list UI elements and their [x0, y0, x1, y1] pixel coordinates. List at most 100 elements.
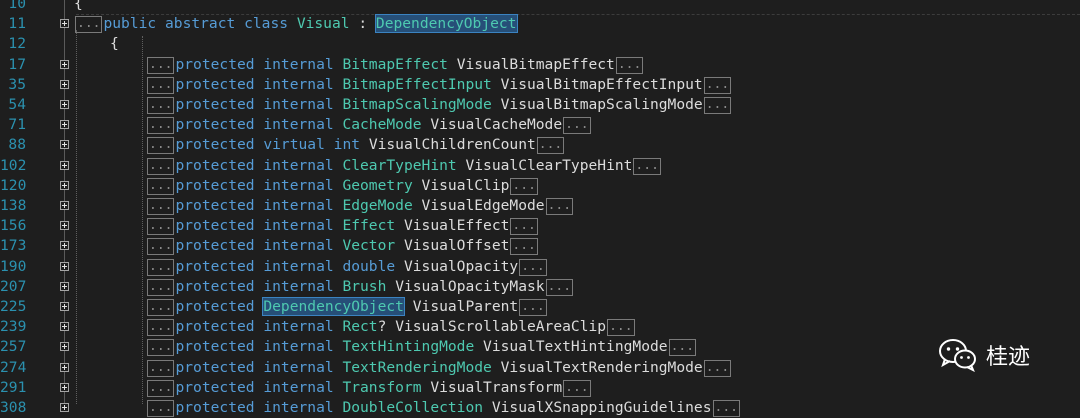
expand-plus-icon[interactable] — [60, 79, 69, 89]
expand-plus-icon[interactable] — [60, 382, 69, 392]
collapsed-region-marker[interactable]: ... — [147, 218, 175, 236]
collapsed-region-marker[interactable]: ... — [703, 359, 732, 377]
collapsed-region-marker[interactable]: ... — [147, 278, 175, 296]
collapsed-region-marker[interactable]: ... — [536, 137, 565, 155]
code-token: protected — [175, 55, 255, 73]
expand-plus-icon[interactable] — [60, 322, 69, 332]
code-line[interactable]: 88... protected virtual int VisualChildre… — [0, 135, 1080, 155]
line-number: 120 — [0, 176, 27, 194]
collapsed-region-marker[interactable]: ... — [147, 157, 175, 175]
expand-plus-icon[interactable] — [60, 19, 69, 29]
collapsed-region-marker[interactable]: ... — [633, 157, 661, 175]
collapsed-region-marker[interactable]: ... — [147, 198, 175, 215]
collapsed-region-marker[interactable]: ... — [147, 177, 175, 195]
code-line[interactable]: 102... protected internal ClearTypeHint V… — [0, 156, 1080, 176]
highlighted-symbol[interactable]: DependencyObject — [374, 14, 518, 34]
code-token: internal — [263, 338, 334, 356]
expand-plus-icon[interactable] — [60, 281, 69, 291]
expand-plus-icon[interactable] — [60, 160, 69, 170]
expand-plus-icon[interactable] — [60, 120, 69, 130]
code-line[interactable]: 239... protected internal Rect? VisualScr… — [0, 317, 1080, 337]
collapsed-region-marker[interactable]: ... — [147, 76, 175, 94]
expand-plus-icon[interactable] — [60, 140, 69, 150]
code-line[interactable]: 156... protected internal Effect VisualEf… — [0, 216, 1080, 236]
expand-plus-icon[interactable] — [60, 261, 69, 271]
wechat-watermark: 桂迹 — [938, 335, 1030, 375]
code-line[interactable]: 71... protected internal CacheMode Visual… — [0, 115, 1080, 135]
code-token: VisualScrollableAreaClip — [395, 318, 607, 336]
code-line[interactable]: 207... protected internal Brush VisualOpa… — [0, 277, 1080, 297]
expand-plus-icon[interactable] — [60, 241, 69, 251]
collapsed-region-marker[interactable]: ... — [607, 319, 635, 337]
line-number: 12 — [8, 35, 26, 53]
line-number: 239 — [0, 318, 27, 336]
collapsed-region-marker[interactable]: ... — [147, 299, 175, 316]
line-number: 71 — [8, 116, 26, 134]
collapsed-region-marker[interactable]: ... — [147, 359, 175, 377]
code-line[interactable]: 10 { — [0, 0, 1080, 14]
collapsed-region-marker[interactable]: ... — [563, 379, 591, 397]
collapsed-region-marker[interactable]: ... — [510, 177, 538, 195]
collapsed-region-marker[interactable]: ... — [545, 278, 574, 296]
line-number: 225 — [0, 298, 27, 315]
collapsed-region-marker[interactable]: ... — [147, 56, 175, 74]
code-token: internal — [263, 318, 334, 336]
code-line[interactable]: 190... protected internal double VisualOp… — [0, 257, 1080, 277]
collapsed-region-marker[interactable]: ... — [147, 97, 175, 114]
code-line[interactable]: 225... protected DependencyObject VisualP… — [0, 297, 1080, 317]
collapsed-region-marker[interactable]: ... — [712, 400, 740, 417]
code-line[interactable]: 120... protected internal Geometry Visual… — [0, 176, 1080, 196]
expand-plus-icon[interactable] — [60, 362, 69, 372]
line-number: 207 — [0, 277, 27, 295]
collapsed-region-marker[interactable]: ... — [147, 258, 175, 276]
collapsed-region-marker[interactable]: ... — [510, 238, 538, 256]
collapsed-region-marker[interactable]: ... — [147, 238, 175, 256]
highlighted-symbol[interactable]: DependencyObject — [262, 297, 405, 316]
code-line[interactable]: 138... protected internal EdgeMode Visual… — [0, 196, 1080, 216]
collapsed-region-marker[interactable]: ... — [147, 339, 175, 357]
expand-plus-icon[interactable] — [60, 201, 69, 210]
code-line[interactable]: 35... protected internal BitmapEffectInpu… — [0, 75, 1080, 95]
code-line[interactable]: 291... protected internal Transform Visua… — [0, 378, 1080, 398]
collapsed-region-marker[interactable]: ... — [668, 339, 697, 357]
collapsed-region-marker[interactable]: ... — [75, 16, 103, 34]
expand-plus-icon[interactable] — [60, 59, 69, 69]
collapsed-region-marker[interactable]: ... — [703, 76, 732, 94]
expand-plus-icon[interactable] — [60, 403, 69, 412]
code-line[interactable]: 257... protected internal TextHintingMode… — [0, 337, 1080, 357]
collapsed-region-marker[interactable]: ... — [147, 400, 175, 417]
code-editor[interactable]: 10{11... public abstract class Visual : D… — [0, 0, 1080, 417]
expand-plus-icon[interactable] — [60, 180, 69, 190]
code-line[interactable]: 17... protected internal BitmapEffect Vis… — [0, 55, 1080, 75]
code-line[interactable]: 12 { — [0, 34, 1080, 54]
expand-plus-icon[interactable] — [60, 100, 69, 109]
code-token: internal — [263, 378, 334, 396]
collapsed-region-marker[interactable]: ... — [519, 299, 547, 316]
collapsed-region-marker[interactable]: ... — [147, 137, 175, 155]
code-token: { — [74, 0, 83, 12]
collapsed-region-marker[interactable]: ... — [563, 117, 591, 135]
code-text: ... protected internal Transform VisualTr… — [146, 378, 592, 398]
code-line[interactable]: 11... public abstract class Visual : Depe… — [0, 14, 1080, 34]
code-line[interactable]: 54... protected internal BitmapScalingMod… — [0, 95, 1080, 115]
collapsed-region-marker[interactable]: ... — [147, 117, 175, 135]
code-line[interactable]: 308... protected internal DoubleCollectio… — [0, 398, 1080, 418]
expand-plus-icon[interactable] — [60, 221, 69, 231]
expand-plus-icon[interactable] — [60, 342, 69, 352]
code-token: { — [110, 35, 119, 53]
collapsed-region-marker[interactable]: ... — [147, 379, 175, 397]
code-token: VisualXSnappingGuidelines — [491, 399, 712, 416]
collapsed-region-marker[interactable]: ... — [615, 56, 644, 74]
collapsed-region-marker[interactable]: ... — [519, 258, 547, 276]
collapsed-region-marker[interactable]: ... — [545, 198, 574, 215]
code-line[interactable]: 274... protected internal TextRenderingMo… — [0, 358, 1080, 378]
collapsed-region-marker[interactable]: ... — [703, 97, 732, 114]
line-number: 54 — [8, 96, 26, 113]
line-number: 257 — [0, 338, 27, 356]
code-line[interactable]: 173... protected internal Vector VisualOf… — [0, 236, 1080, 256]
collapsed-region-marker[interactable]: ... — [510, 218, 538, 236]
collapsed-region-marker[interactable]: ... — [147, 319, 175, 337]
line-number: 102 — [0, 156, 27, 174]
expand-plus-icon[interactable] — [60, 302, 69, 311]
